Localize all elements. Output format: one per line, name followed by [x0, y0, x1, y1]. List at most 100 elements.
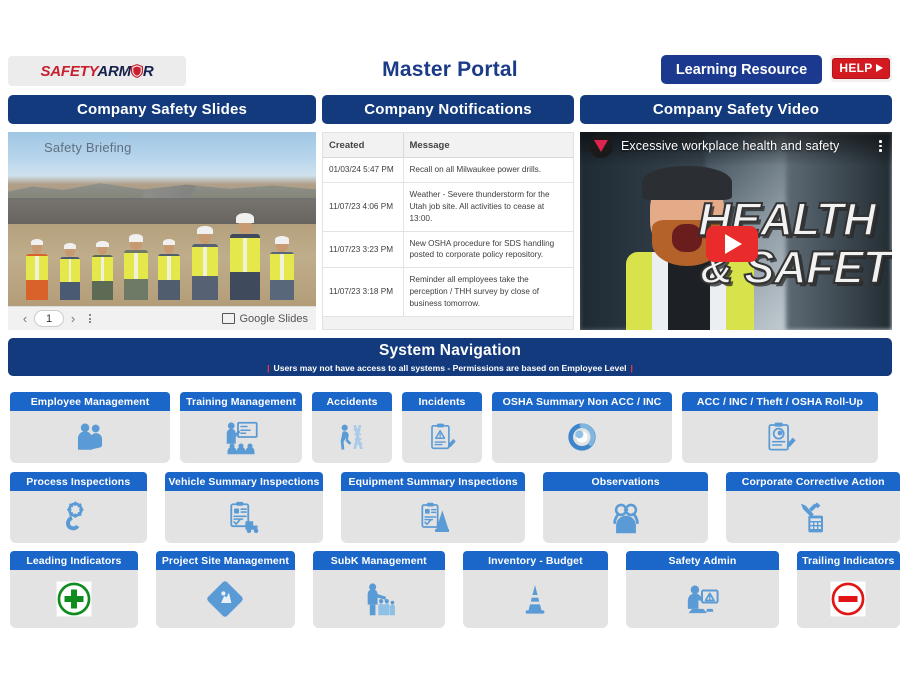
- pipe-left: |: [267, 362, 270, 373]
- nav-tile-label: Trailing Indicators: [796, 551, 900, 570]
- cell-message: Reminder all employees take the percepti…: [403, 267, 573, 318]
- nav-tile-body[interactable]: [10, 570, 138, 628]
- youtube-channel-icon[interactable]: [589, 134, 613, 158]
- kebab-menu-icon[interactable]: [879, 138, 882, 154]
- nav-tile-process-inspections[interactable]: Process Inspections: [10, 472, 147, 543]
- two-people-icon: [73, 420, 107, 454]
- help-label: HELP: [839, 61, 873, 75]
- nav-tile-project-site-management[interactable]: Project Site Management: [155, 551, 295, 628]
- slide-title: Safety Briefing: [44, 140, 132, 155]
- worker-figure: [192, 225, 218, 300]
- table-row[interactable]: 11/07/23 3:23 PM New OSHA procedure for S…: [323, 231, 573, 269]
- nav-tile-body[interactable]: [155, 570, 295, 628]
- nav-tile-label: Employee Management: [10, 392, 170, 411]
- clipboard-truck-icon: [227, 500, 261, 534]
- nav-tile-inventory-budget[interactable]: Inventory - Budget: [462, 551, 609, 628]
- nav-tile-body[interactable]: [10, 491, 147, 543]
- play-triangle-icon: [875, 64, 883, 72]
- nav-tile-body[interactable]: [462, 570, 609, 628]
- nav-tile-observations[interactable]: Observations: [542, 472, 709, 543]
- nav-tile-incidents[interactable]: Incidents: [402, 392, 482, 463]
- system-navigation-title: System Navigation: [378, 341, 522, 359]
- nav-tile-leading-indicators[interactable]: Leading Indicators: [10, 551, 138, 628]
- tools-calculator-icon: [797, 501, 829, 533]
- nav-tile-body[interactable]: [312, 570, 445, 628]
- column-header-created: Created: [323, 133, 404, 158]
- nav-tile-label: Corporate Corrective Action: [726, 472, 900, 491]
- nav-tile-safety-admin[interactable]: Safety Admin: [626, 551, 779, 628]
- help-button[interactable]: HELP: [830, 55, 892, 82]
- nav-tile-body[interactable]: [542, 491, 709, 543]
- worker-figure: [124, 234, 148, 300]
- nav-tile-row-1: Employee Management Training Management Ac…: [0, 392, 900, 463]
- nav-tile-vehicle-summary-inspections[interactable]: Vehicle Summary Inspections: [164, 472, 324, 543]
- portal-page: SAFETYARM R Master Portal Learning Resour…: [0, 0, 900, 675]
- youtube-play-icon[interactable]: [706, 226, 758, 262]
- nav-tile-osha-summary-non-acc-inc[interactable]: OSHA Summary Non ACC / INC: [492, 392, 672, 463]
- table-row[interactable]: 11/07/23 4:06 PM Weather - Severe thunder…: [323, 182, 573, 232]
- nav-tile-body[interactable]: [682, 411, 878, 463]
- chevron-left-icon[interactable]: ‹: [16, 311, 34, 326]
- system-navigation-subtitle: Users may not have access to all systems…: [273, 362, 627, 373]
- nav-tile-label: Process Inspections: [10, 472, 147, 491]
- worker-figure: [230, 213, 260, 300]
- table-row[interactable]: 11/07/23 3:18 PM Reminder all employees t…: [323, 267, 573, 318]
- nav-tile-label: Vehicle Summary Inspections: [164, 472, 324, 491]
- nav-tile-body[interactable]: [10, 411, 170, 463]
- nav-tile-body[interactable]: [402, 411, 482, 463]
- safety-video-player[interactable]: HEALTH & SAFETY Excessive workplace heal…: [580, 132, 892, 330]
- cell-message: Recall on all Milwaukee power drills.: [403, 157, 573, 183]
- nav-tile-label: OSHA Summary Non ACC / INC: [492, 392, 672, 411]
- traffic-cone-icon: [519, 583, 551, 615]
- nav-tile-corporate-corrective-action[interactable]: Corporate Corrective Action: [726, 472, 900, 543]
- nav-tile-body[interactable]: [492, 411, 672, 463]
- learning-resource-button[interactable]: Learning Resource: [661, 55, 822, 84]
- nav-tile-body[interactable]: [180, 411, 302, 463]
- nav-tile-body[interactable]: [726, 491, 900, 543]
- notifications-panel[interactable]: Created Message 01/03/24 5:47 PM Recall o…: [322, 132, 574, 330]
- kebab-menu-icon[interactable]: [82, 312, 98, 324]
- column-header-message: Message: [403, 133, 573, 158]
- nav-tile-trailing-indicators[interactable]: Trailing Indicators: [796, 551, 900, 628]
- safety-slides-panel[interactable]: Safety Briefing ‹ 1 › Google Slides: [8, 132, 316, 330]
- nav-tile-label: Accidents: [312, 392, 392, 411]
- nav-tile-body[interactable]: [341, 491, 525, 543]
- worker-figure: [60, 242, 80, 300]
- ladder-fall-icon: [336, 421, 368, 453]
- chevron-right-icon[interactable]: ›: [64, 311, 82, 326]
- nav-tile-employee-management[interactable]: Employee Management: [10, 392, 170, 463]
- panel-header-notifications: Company Notifications: [322, 95, 574, 124]
- present-icon: [221, 313, 235, 324]
- nav-tile-row-3: Leading Indicators Project Site Managemen…: [0, 551, 900, 628]
- nav-tile-acc-inc-theft-osha-roll-up[interactable]: ACC / INC / Theft / OSHA Roll-Up: [682, 392, 878, 463]
- table-header-row: Created Message: [323, 133, 573, 158]
- clipboard-warning-icon: [427, 422, 457, 452]
- slide-page-number[interactable]: 1: [34, 310, 64, 327]
- table-row[interactable]: 01/03/24 5:47 PM Recall on all Milwaukee …: [323, 157, 573, 183]
- slides-control-bar[interactable]: ‹ 1 › Google Slides: [8, 306, 316, 330]
- supervisor-crew-icon: [362, 582, 396, 616]
- nav-tile-body[interactable]: [312, 411, 392, 463]
- nav-tile-body[interactable]: [796, 570, 900, 628]
- cell-message: Weather - Severe thunderstorm for the Ut…: [403, 182, 573, 232]
- nav-tile-body[interactable]: [164, 491, 324, 543]
- classroom-training-icon: [223, 419, 259, 455]
- nav-tile-subk-management[interactable]: SubK Management: [312, 551, 445, 628]
- cell-created: 01/03/24 5:47 PM: [323, 157, 404, 183]
- worker-figure: [92, 240, 113, 300]
- slides-source-label: Google Slides: [239, 312, 309, 325]
- notifications-table: Created Message 01/03/24 5:47 PM Recall o…: [323, 133, 573, 318]
- worker-figure: [270, 236, 294, 300]
- nav-tile-training-management[interactable]: Training Management: [180, 392, 302, 463]
- nav-tile-label: ACC / INC / Theft / OSHA Roll-Up: [682, 392, 878, 411]
- nav-tile-label: Equipment Summary Inspections: [341, 472, 525, 491]
- cell-created: 11/07/23 3:18 PM: [323, 267, 404, 318]
- nav-tile-equipment-summary-inspections[interactable]: Equipment Summary Inspections: [341, 472, 525, 543]
- system-navigation-header: System Navigation | Users may not have a…: [8, 338, 892, 376]
- worker-figure: [158, 238, 180, 300]
- nav-tile-body[interactable]: [626, 570, 779, 628]
- construction-sign-icon: [206, 580, 244, 618]
- red-minus-circle-icon: [829, 580, 867, 618]
- nav-tile-accidents[interactable]: Accidents: [312, 392, 392, 463]
- slide-image: Safety Briefing: [8, 132, 316, 306]
